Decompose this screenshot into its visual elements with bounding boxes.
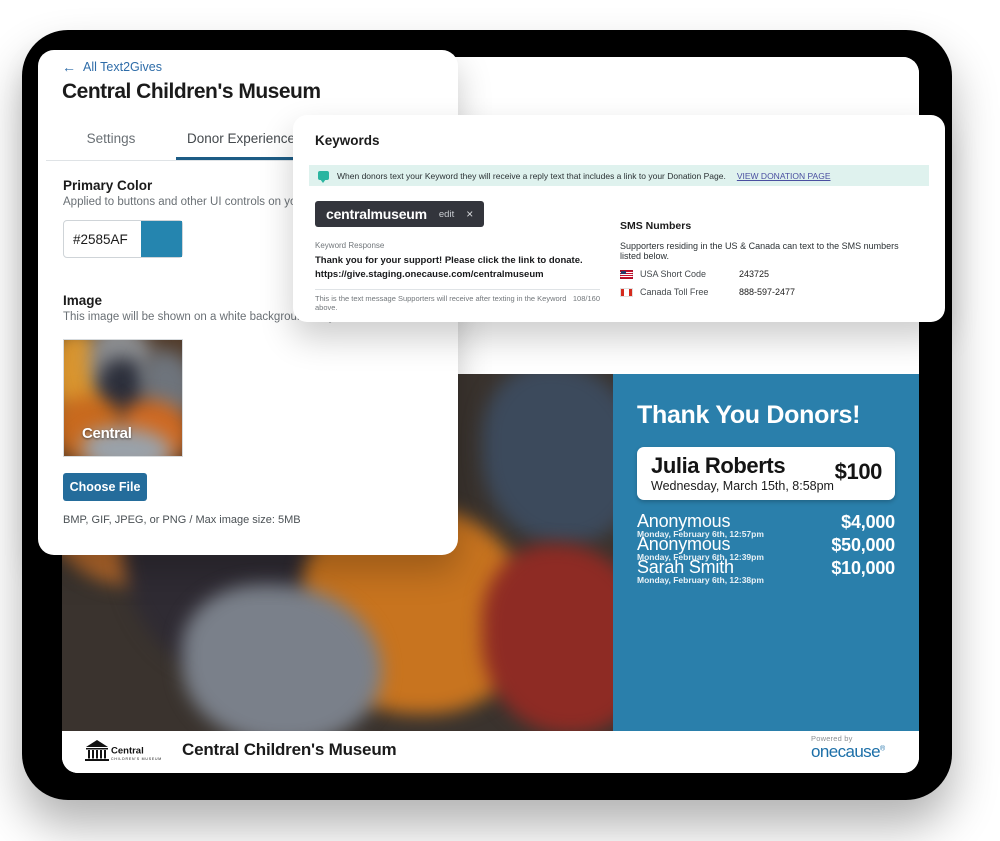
keyword-response-hint: This is the text message Supporters will… [315,293,567,312]
footer-org-name: Central Children's Museum [182,740,397,759]
keyword-response-line-1: Thank you for your support! Please click… [315,255,583,266]
featured-donor-name: Julia Roberts [651,453,786,478]
featured-donor-card: Julia Roberts Wednesday, March 15th, 8:5… [637,447,895,500]
keywords-heading: Keywords [315,133,380,148]
donor-amount: $50,000 [831,535,895,555]
keyword-notice-banner: When donors text your Keyword they will … [309,165,929,186]
tab-donor-experience[interactable]: Donor Experience [176,125,306,160]
keyword-notice-text: When donors text your Keyword they will … [337,170,726,181]
back-to-all-text2gives-link[interactable]: ← All Text2Gives [62,60,162,74]
keyword-name: centralmuseum [326,206,427,222]
thank-you-donors-panel: Thank You Donors! Julia Roberts Wednesda… [613,374,919,731]
onecause-brand: onecause [811,742,881,761]
keyword-response-label: Keyword Response [315,241,385,250]
table-row: Canada Toll Free 888-597-2477 [620,287,920,297]
museum-logo-icon: Central CHILDREN'S MUSEUM [85,740,162,761]
character-counter: 108/160 [572,293,600,303]
registered-mark: ® [879,745,885,753]
image-thumbnail-overlay-text: Central [82,425,132,442]
table-row: USA Short Code 243725 [620,269,920,279]
sms-number-value: 243725 [739,269,770,279]
back-link-label: All Text2Gives [83,60,162,74]
donor-date: Monday, February 6th, 12:38pm [637,575,764,585]
donor-list: Anonymous Monday, February 6th, 12:57pm … [613,511,919,585]
donor-amount: $10,000 [831,558,895,578]
sms-numbers-section: SMS Numbers Supporters residing in the U… [620,220,920,297]
primary-color-swatch[interactable] [141,221,182,257]
page-title: Central Children's Museum [62,80,321,103]
primary-color-input-group[interactable]: #2585AF [63,220,183,258]
svg-text:Central: Central [111,746,144,757]
view-donation-page-link[interactable]: VIEW DONATION PAGE [737,171,831,181]
image-thumbnail: Central [63,339,183,457]
image-format-hint: BMP, GIF, JPEG, or PNG / Max image size:… [63,514,301,526]
us-flag-icon [620,269,633,279]
sms-number-value: 888-597-2477 [739,287,796,297]
keyword-remove-icon[interactable]: × [466,208,473,220]
keyword-edit-button[interactable]: edit [439,209,454,220]
sms-numbers-subtitle: Supporters residing in the US & Canada c… [620,241,899,261]
image-section: Image This image will be shown on a whit… [63,293,443,526]
divider [315,288,600,290]
sms-number-label: Canada Toll Free [640,287,709,297]
powered-by-onecause: Powered by onecause® [811,734,897,760]
sms-message-icon [318,171,329,183]
keyword-response-section: Keyword Response Thank you for your supp… [315,241,600,312]
preview-footer-bar: Central CHILDREN'S MUSEUM Central Childr… [62,731,919,773]
canada-flag-icon [620,287,633,297]
keywords-card: Keywords When donors text your Keyword t… [293,115,945,322]
keyword-response-line-2: https://give.staging.onecause.com/centra… [315,268,544,280]
thank-you-heading: Thank You Donors! [637,401,861,429]
donor-amount: $4,000 [841,512,895,532]
choose-file-button[interactable]: Choose File [63,473,147,501]
list-item: Sarah Smith Monday, February 6th, 12:38p… [637,557,895,585]
sms-numbers-heading: SMS Numbers [620,220,692,232]
svg-text:CHILDREN'S MUSEUM: CHILDREN'S MUSEUM [111,757,162,761]
arrow-left-icon: ← [62,59,76,75]
tab-settings[interactable]: Settings [46,125,176,160]
primary-color-input[interactable]: #2585AF [64,232,141,247]
featured-donor-date: Wednesday, March 15th, 8:58pm [651,479,834,493]
keyword-chip[interactable]: centralmuseum edit × [315,201,485,227]
featured-donor-amount: $100 [834,459,883,484]
sms-number-label: USA Short Code [640,269,707,279]
